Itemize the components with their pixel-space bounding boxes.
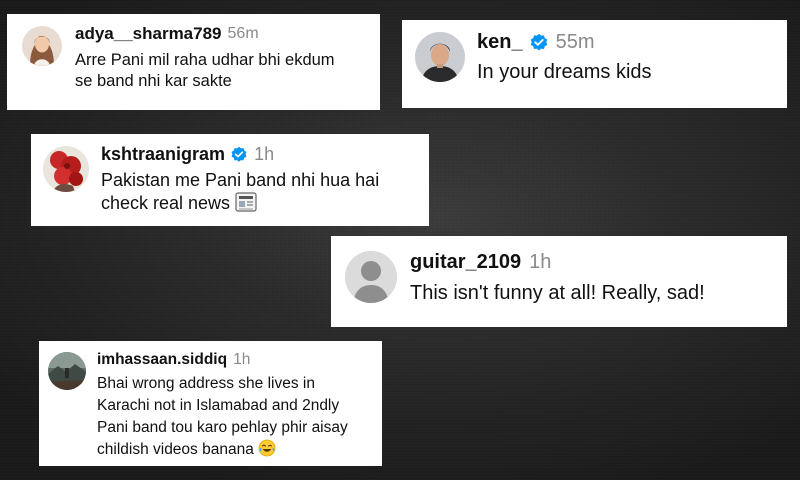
comment-line: se band nhi kar sakte: [75, 72, 232, 91]
username[interactable]: imhassaan.siddiq: [97, 351, 227, 369]
username[interactable]: kshtraanigram: [101, 144, 225, 165]
avatar[interactable]: [48, 352, 86, 390]
default-user-avatar-icon: [345, 251, 397, 303]
comment-card: adya__sharma789 56m Arre Pani mil raha u…: [7, 14, 380, 110]
comment-text: Bhai wrong address she lives in Karachi …: [97, 373, 348, 464]
comment-line: Pakistan me Pani band nhi hua hai: [101, 170, 380, 190]
avatar[interactable]: [415, 32, 465, 82]
comment-line: Karachi not in Islamabad and 2ndly: [97, 397, 340, 414]
comment-line-with-emoji: childish videos banana: [97, 439, 348, 464]
comment-line: In your dreams kids: [477, 61, 652, 83]
username[interactable]: ken_: [477, 31, 523, 54]
comment-card: kshtraanigram 1h Pakistan me Pani band n…: [31, 134, 429, 226]
avatar[interactable]: [345, 251, 397, 303]
timestamp: 55m: [555, 31, 595, 53]
verified-badge-icon: [529, 33, 549, 53]
profile-photo-man-icon: [415, 32, 465, 82]
profile-photo-landscape-icon: [48, 352, 86, 390]
comment-line: Pani band tou karo pehlay phir aisay: [97, 419, 348, 436]
comment-card: ken_ 55m In your dreams kids: [402, 20, 787, 108]
timestamp: 56m: [227, 25, 259, 42]
comment-line: Bhai wrong address she lives in: [97, 375, 315, 392]
timestamp: 1h: [254, 144, 275, 164]
comment-text: This isn't funny at all! Really, sad!: [410, 280, 705, 306]
tears-of-joy-emoji-icon: [258, 439, 276, 464]
comment-line-text: childish videos banana: [97, 441, 254, 458]
comment-text: Pakistan me Pani band nhi hua hai check …: [101, 169, 379, 219]
profile-photo-red-flowers-icon: [43, 146, 89, 192]
comment-text: In your dreams kids: [477, 59, 652, 85]
username[interactable]: adya__sharma789: [75, 24, 222, 44]
comment-line: This isn't funny at all! Really, sad!: [410, 282, 705, 304]
comment-card: imhassaan.siddiq 1h Bhai wrong address s…: [39, 341, 382, 466]
avatar[interactable]: [43, 146, 89, 192]
comment-line-text: check real news: [101, 193, 231, 214]
profile-photo-woman-icon: [22, 26, 62, 66]
comment-line-with-emoji: check real news: [101, 192, 379, 218]
comment-card: guitar_2109 1h This isn't funny at all! …: [331, 236, 787, 327]
comment-text: Arre Pani mil raha udhar bhi ekdum se ba…: [75, 50, 335, 93]
username[interactable]: guitar_2109: [410, 251, 521, 274]
newspaper-emoji-icon: [235, 192, 257, 218]
timestamp: 1h: [529, 251, 552, 273]
comment-line: Arre Pani mil raha udhar bhi ekdum: [75, 51, 335, 69]
avatar[interactable]: [22, 26, 62, 66]
verified-badge-icon: [230, 146, 248, 164]
timestamp: 1h: [233, 351, 251, 368]
